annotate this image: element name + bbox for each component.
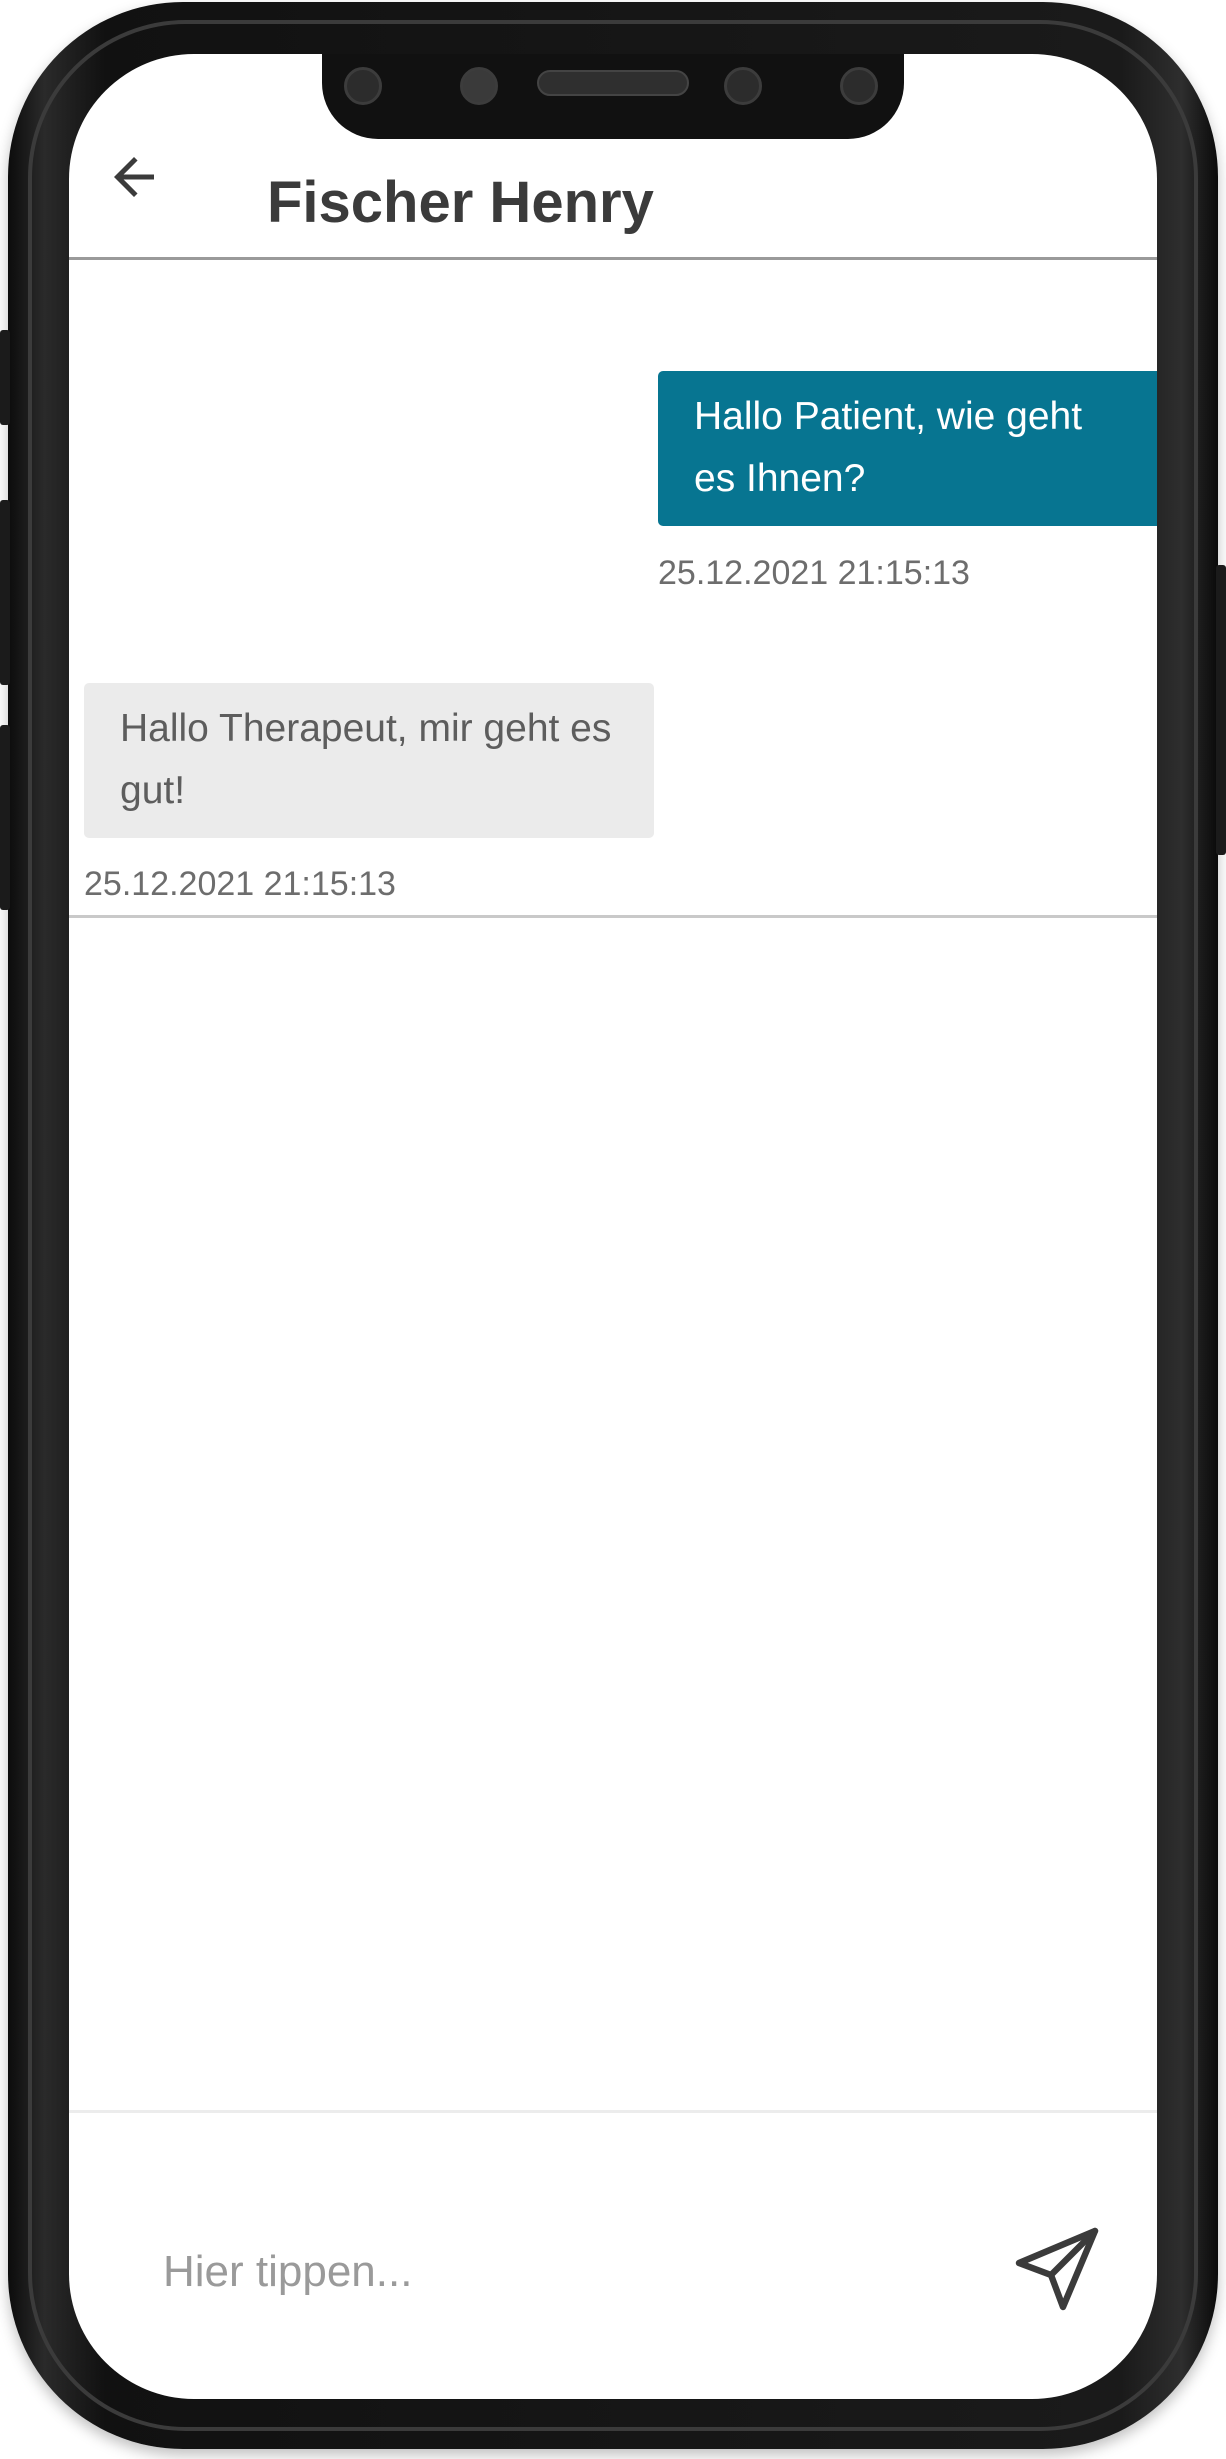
proximity-sensor-icon: [724, 67, 762, 105]
message-input[interactable]: [163, 2237, 963, 2307]
send-button[interactable]: [1007, 2219, 1107, 2319]
front-camera-icon: [344, 67, 382, 105]
composer-divider: [69, 2110, 1157, 2113]
sent-message-text: Hallo Patient, wie geht es Ihnen?: [694, 395, 1083, 500]
phone-volume-up-button: [0, 500, 10, 685]
ambient-light-sensor-icon: [840, 67, 878, 105]
conversation-divider: [69, 915, 1157, 918]
phone-volume-down-button: [0, 725, 10, 910]
received-message-bubble: Hallo Therapeut, mir geht es gut!: [84, 683, 654, 838]
earpiece-speaker: [537, 70, 689, 96]
back-button[interactable]: [99, 142, 169, 212]
app-screen: Fischer Henry Hallo Patient, wie geht es…: [69, 54, 1157, 2399]
sent-message-bubble: Hallo Patient, wie geht es Ihnen?: [658, 371, 1157, 526]
received-message-timestamp: 25.12.2021 21:15:13: [84, 865, 396, 903]
sensor-icon: [460, 67, 498, 105]
phone-power-button: [1216, 565, 1226, 855]
phone-silent-switch: [0, 330, 10, 425]
page-title: Fischer Henry: [267, 170, 654, 235]
arrow-left-icon: [114, 157, 154, 197]
send-icon: [1015, 2227, 1099, 2311]
phone-notch: [322, 54, 904, 139]
received-message-text: Hallo Therapeut, mir geht es gut!: [120, 707, 612, 812]
sent-message-timestamp: 25.12.2021 21:15:13: [658, 554, 970, 592]
